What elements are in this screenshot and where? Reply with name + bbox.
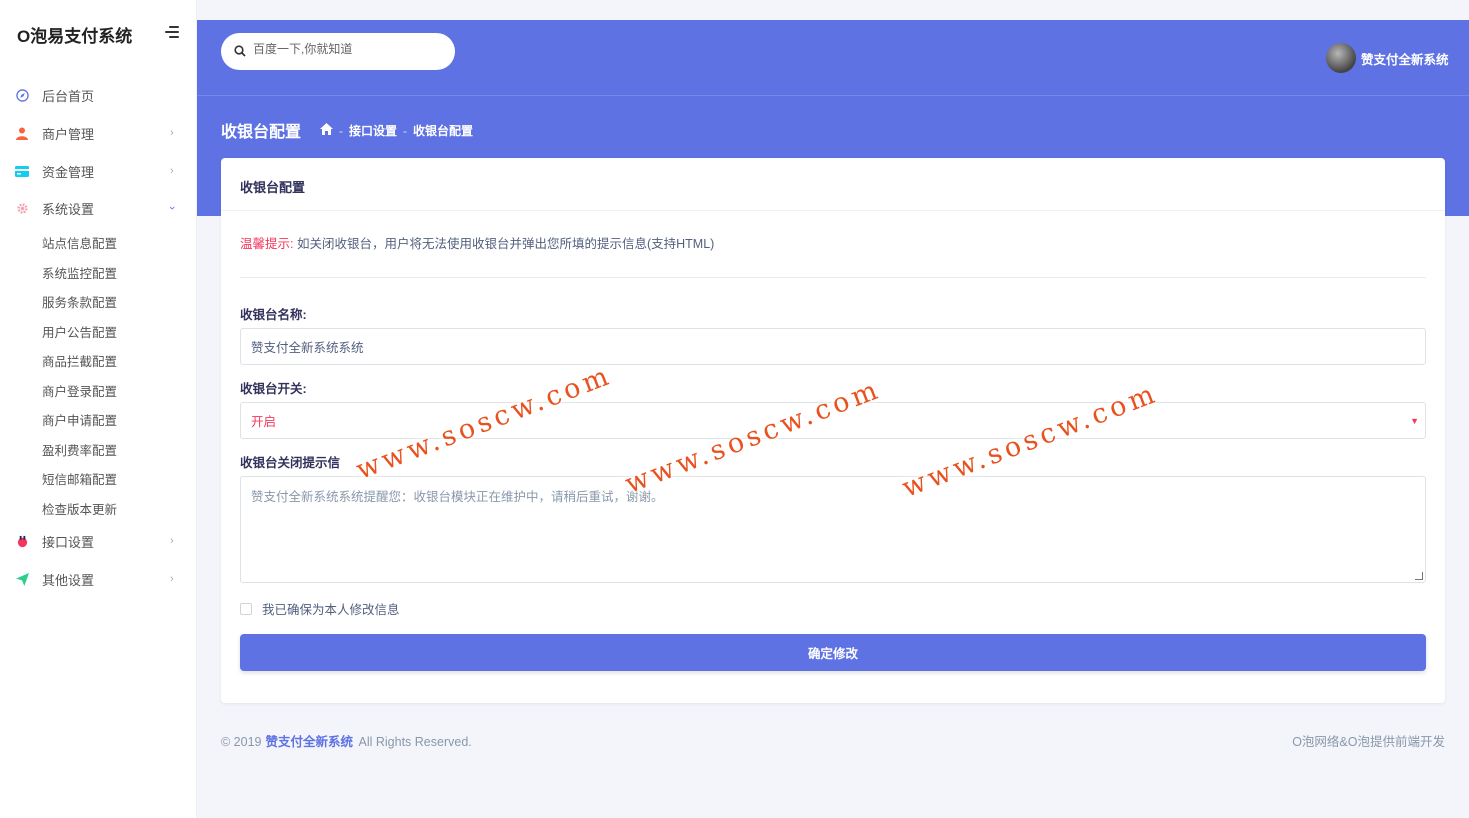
checkbox-box[interactable]: [240, 602, 252, 615]
tip-content: 如关闭收银台，用户将无法使用收银台并弹出您所填的提示信息(支持HTML): [296, 237, 715, 251]
plug-icon: [15, 534, 29, 548]
checkbox-label[interactable]: 我已确保为本人修改信息: [262, 599, 400, 618]
caret-down-icon: ▼: [1410, 416, 1419, 426]
search-icon: [234, 44, 246, 62]
chevron-right-icon: ›: [170, 573, 174, 585]
sidebar-item-system[interactable]: 系统设置 ›: [0, 195, 197, 221]
switch-select[interactable]: 开启 ▼: [240, 402, 1426, 439]
home-icon[interactable]: [320, 123, 333, 138]
card-icon: [15, 164, 29, 178]
sidebar-item-label: 资金管理: [42, 164, 95, 180]
close-tip-textarea[interactable]: 赞支付全新系统系统提醒您：收银台模块正在维护中，请稍后重试，谢谢。: [240, 476, 1426, 583]
footer-brand-link[interactable]: 赞支付全新系统: [266, 735, 354, 749]
footer-credit: O泡网络&O泡提供前端开发: [1292, 735, 1445, 749]
compass-icon: [15, 88, 29, 102]
confirm-checkbox[interactable]: 我已确保为本人修改信息: [240, 599, 400, 618]
name-input-value: 赞支付全新系统系统: [251, 341, 364, 355]
sidebar-subitem[interactable]: 检查版本更新: [42, 499, 117, 518]
user-icon: [15, 126, 29, 140]
close-tip-label: 收银台关闭提示信: [240, 456, 341, 470]
sidebar-item-label: 商户管理: [42, 126, 95, 142]
chevron-right-icon: ›: [170, 127, 174, 139]
sidebar-item-label: 接口设置: [42, 534, 95, 550]
tip-text: 温馨提示: 如关闭收银台，用户将无法使用收银台并弹出您所填的提示信息(支持HTM…: [240, 233, 714, 252]
sidebar-subitem[interactable]: 系统监控配置: [42, 263, 117, 282]
name-input[interactable]: 赞支付全新系统系统: [240, 328, 1426, 365]
sidebar-item-dashboard[interactable]: 后台首页: [0, 82, 197, 108]
sidebar-subitem[interactable]: 服务条款配置: [42, 292, 117, 311]
top-strip: [197, 0, 1469, 20]
card-title: 收银台配置: [240, 180, 306, 195]
sidebar-item-funds[interactable]: 资金管理 ›: [0, 158, 197, 184]
search-box[interactable]: [221, 33, 455, 70]
gear-icon: [15, 201, 29, 215]
switch-label: 收银台开关:: [240, 382, 307, 396]
submit-button[interactable]: 确定修改: [240, 634, 1426, 671]
chevron-right-icon: ›: [170, 165, 174, 177]
footer-copyright: © 2019 赞支付全新系统 All Rights Reserved.: [221, 731, 472, 750]
avatar[interactable]: [1326, 43, 1356, 73]
tip-label: 温馨提示:: [240, 237, 294, 251]
chevron-down-icon: ›: [165, 206, 178, 210]
sidebar-subitem[interactable]: 短信邮箱配置: [42, 469, 117, 488]
header-divider: [197, 95, 1469, 96]
close-tip-value: 赞支付全新系统系统提醒您：收银台模块正在维护中，请稍后重试，谢谢。: [251, 490, 664, 504]
copyright-year: © 2019: [221, 735, 262, 749]
divider: [240, 277, 1426, 278]
switch-select-value: 开启: [251, 415, 277, 429]
menu-toggle-icon[interactable]: [163, 26, 179, 38]
user-name[interactable]: 赞支付全新系统: [1361, 49, 1449, 68]
page-title: 收银台配置: [221, 124, 302, 141]
breadcrumb-current: 收银台配置: [413, 124, 474, 138]
sidebar-item-label: 后台首页: [42, 88, 95, 104]
resize-handle-icon[interactable]: [1415, 572, 1423, 580]
sidebar-subitem[interactable]: 用户公告配置: [42, 322, 117, 341]
sidebar-item-interface[interactable]: 接口设置 ›: [0, 528, 197, 554]
brand-title: O泡易支付系统: [17, 27, 133, 46]
sidebar-item-other[interactable]: 其他设置 ›: [0, 566, 197, 592]
sidebar-item-label: 系统设置: [42, 201, 95, 217]
breadcrumb: - 接口设置 - 收银台配置: [320, 122, 473, 139]
sidebar-item-label: 其他设置: [42, 572, 95, 588]
name-label: 收银台名称:: [240, 308, 307, 322]
config-card: 收银台配置 温馨提示: 如关闭收银台，用户将无法使用收银台并弹出您所填的提示信息…: [221, 158, 1445, 703]
send-icon: [15, 572, 29, 586]
sidebar-subitem[interactable]: 商品拦截配置: [42, 351, 117, 370]
sidebar: O泡易支付系统 后台首页 商户管理 › 资金管理 › 系统设置 › 站点信息配置…: [0, 0, 197, 818]
card-header: 收银台配置: [221, 158, 1445, 211]
sidebar-subitem[interactable]: 站点信息配置: [42, 233, 117, 252]
sidebar-subitem[interactable]: 盈利费率配置: [42, 440, 117, 459]
chevron-right-icon: ›: [170, 535, 174, 547]
sidebar-subitem[interactable]: 商户申请配置: [42, 410, 117, 429]
user-menu[interactable]: 赞支付全新系统: [1326, 43, 1449, 73]
breadcrumb-link[interactable]: 接口设置: [349, 122, 397, 139]
search-input[interactable]: [253, 42, 443, 56]
sidebar-item-merchants[interactable]: 商户管理 ›: [0, 120, 197, 146]
sidebar-subitem[interactable]: 商户登录配置: [42, 381, 117, 400]
footer-rights: All Rights Reserved.: [358, 735, 472, 749]
